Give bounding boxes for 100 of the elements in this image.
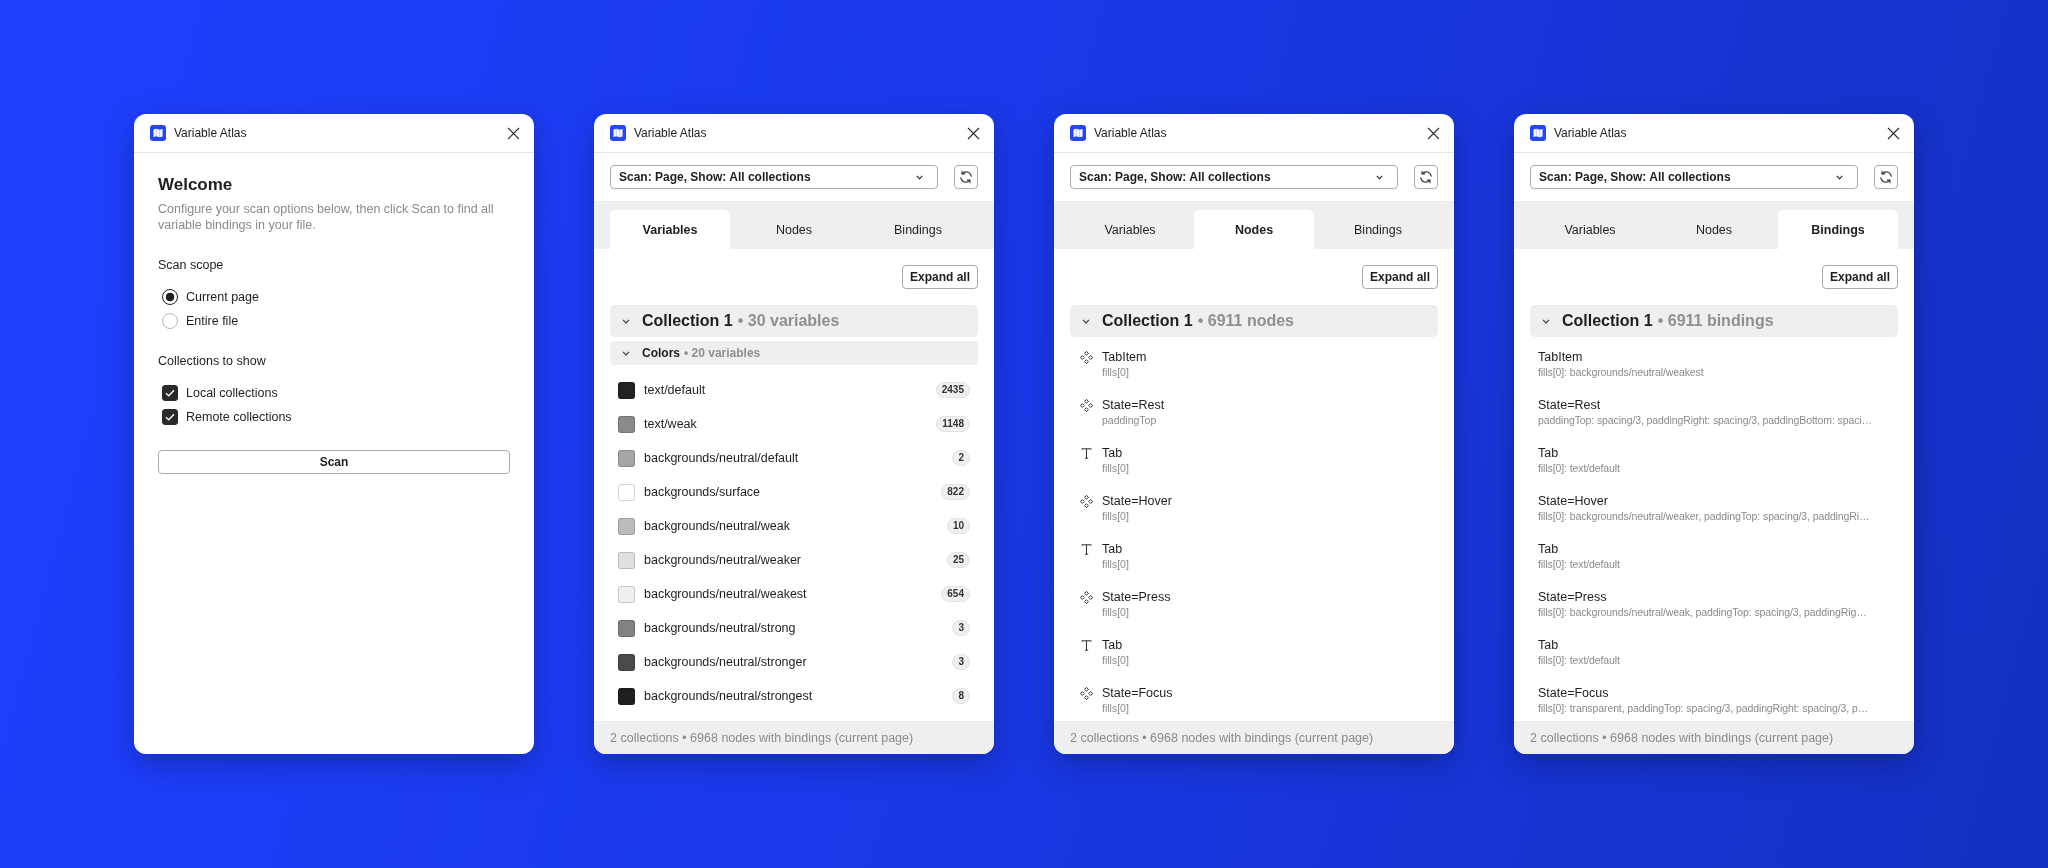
collection-count: • 6911 nodes: [1197, 312, 1294, 330]
checkbox-label[interactable]: Local collections: [186, 386, 278, 400]
chevron-down-icon[interactable]: [1082, 318, 1090, 324]
collection-header[interactable]: Collection 1 • 30 variables: [610, 305, 978, 337]
variable-name: text/default: [644, 383, 707, 397]
map-icon: [150, 125, 166, 141]
count-badge: 1148: [936, 416, 970, 432]
chevron-down-icon[interactable]: [622, 350, 630, 356]
radio-label[interactable]: Entire file: [186, 314, 239, 328]
close-button[interactable]: [967, 126, 980, 140]
close-button[interactable]: [1887, 126, 1900, 140]
group-header[interactable]: Colors • 20 variables: [610, 341, 978, 365]
count-badge: 3: [952, 654, 970, 670]
count-badge: 3: [952, 620, 970, 636]
binding-name: Tab: [1538, 637, 1559, 653]
node-property: fills[0]: [1102, 605, 1130, 619]
scan-select[interactable]: Scan: Page, Show: All collections: [1070, 165, 1398, 189]
chevron-down-icon: [916, 174, 923, 180]
node-property: fills[0]: [1102, 701, 1130, 715]
tab[interactable]: Nodes: [1654, 210, 1774, 249]
four-diamonds-icon: [1079, 494, 1093, 508]
radio-button[interactable]: [162, 313, 178, 329]
tab[interactable]: Bindings: [1318, 210, 1438, 249]
binding-detail: paddingTop: spacing/3, paddingRight: spacing/3, paddingBottom: spaci…: [1538, 413, 1872, 427]
binding-name: State=Rest: [1538, 397, 1601, 413]
variable-name: backgrounds/neutral/default: [644, 451, 800, 465]
close-icon: [967, 126, 980, 140]
binding-detail: fills[0]: transparent, paddingTop: spacing/3, paddingRight: spacing/3, p…: [1538, 701, 1869, 715]
checkbox-label[interactable]: Remote collections: [186, 410, 292, 424]
node-property: fills[0]: [1102, 365, 1130, 379]
binding-detail: fills[0]: backgrounds/neutral/weak, paddingTop: spacing/3, paddingRig…: [1538, 605, 1867, 619]
map-icon: [1070, 125, 1086, 141]
binding-detail: fills[0]: text/default: [1538, 461, 1620, 475]
collection-header[interactable]: Collection 1 • 6911 bindings: [1530, 305, 1898, 337]
radio-button[interactable]: [162, 289, 178, 305]
binding-detail: fills[0]: backgrounds/neutral/weakest: [1538, 365, 1704, 379]
collection-name: Collection 1: [1562, 312, 1653, 330]
tab[interactable]: Nodes: [734, 210, 854, 249]
type-icon: [1080, 543, 1092, 555]
close-icon: [1887, 126, 1900, 140]
close-button[interactable]: [507, 126, 520, 140]
scan-select[interactable]: Scan: Page, Show: All collections: [610, 165, 938, 189]
expand-all-button[interactable]: Expand all: [901, 265, 978, 289]
expand-all-button[interactable]: Expand all: [1821, 265, 1898, 289]
map-icon: [1530, 125, 1546, 141]
checkbox[interactable]: [162, 409, 178, 425]
collection-header[interactable]: Collection 1 • 6911 nodes: [1070, 305, 1438, 337]
group-name: Colors: [642, 346, 680, 360]
tab[interactable]: Variables: [1530, 210, 1650, 249]
tab[interactable]: Bindings: [858, 210, 978, 249]
checkbox[interactable]: [162, 385, 178, 401]
expand-all-button[interactable]: Expand all: [1361, 265, 1438, 289]
refresh-button[interactable]: [1874, 165, 1898, 189]
welcome-heading: Welcome: [158, 175, 233, 195]
chevron-down-icon: [1836, 174, 1843, 180]
binding-name: Tab: [1538, 541, 1559, 557]
type-icon: [1080, 639, 1092, 651]
count-badge: 822: [941, 484, 970, 500]
window-title: Variable Atlas: [634, 125, 708, 141]
refresh-button[interactable]: [1414, 165, 1438, 189]
node-name: State=Hover: [1102, 493, 1173, 509]
tab[interactable]: Variables: [1070, 210, 1190, 249]
window-title: Variable Atlas: [174, 125, 248, 141]
node-name: Tab: [1102, 445, 1124, 461]
variable-name: backgrounds/neutral/strong: [644, 621, 797, 635]
binding-name: Tab: [1538, 445, 1559, 461]
four-diamonds-icon: [1079, 398, 1093, 412]
variable-name: backgrounds/neutral/weaker: [644, 553, 803, 567]
four-diamonds-icon: [1079, 686, 1093, 700]
node-name: State=Rest: [1102, 397, 1166, 413]
refresh-button[interactable]: [954, 165, 978, 189]
variable-name: backgrounds/surface: [644, 485, 762, 499]
binding-name: State=Press: [1538, 589, 1607, 605]
four-diamonds-icon: [1079, 590, 1093, 604]
binding-name: State=Focus: [1538, 685, 1609, 701]
node-name: State=Focus: [1102, 685, 1174, 701]
tab[interactable]: Variables: [610, 210, 730, 249]
close-button[interactable]: [1427, 126, 1440, 140]
scan-select[interactable]: Scan: Page, Show: All collections: [1530, 165, 1858, 189]
chevron-down-icon[interactable]: [1542, 318, 1550, 324]
binding-name: TabItem: [1538, 349, 1583, 365]
radio-label[interactable]: Current page: [186, 290, 259, 304]
tab[interactable]: Nodes: [1194, 210, 1314, 249]
count-badge: 25: [946, 552, 970, 568]
four-diamonds-icon: [1079, 350, 1093, 364]
variable-name: backgrounds/neutral/stronger: [644, 655, 808, 669]
chevron-down-icon[interactable]: [622, 318, 630, 324]
collection-count: • 6911 bindings: [1657, 312, 1774, 330]
status-bar: 2 collections • 6968 nodes with bindings (current page): [1514, 721, 1914, 754]
scan-button[interactable]: Scan: [158, 450, 510, 474]
status-bar: 2 collections • 6968 nodes with bindings (current page): [594, 721, 994, 754]
close-icon: [1427, 126, 1440, 140]
tab[interactable]: Bindings: [1778, 210, 1898, 249]
count-badge: 8: [952, 688, 970, 704]
collection-name: Collection 1: [642, 312, 733, 330]
binding-detail: fills[0]: backgrounds/neutral/weaker, paddingTop: spacing/3, paddingRi…: [1538, 509, 1870, 523]
count-badge: 10: [946, 518, 970, 534]
collection-name: Collection 1: [1102, 312, 1193, 330]
node-property: fills[0]: [1102, 461, 1130, 475]
binding-detail: fills[0]: text/default: [1538, 557, 1620, 571]
